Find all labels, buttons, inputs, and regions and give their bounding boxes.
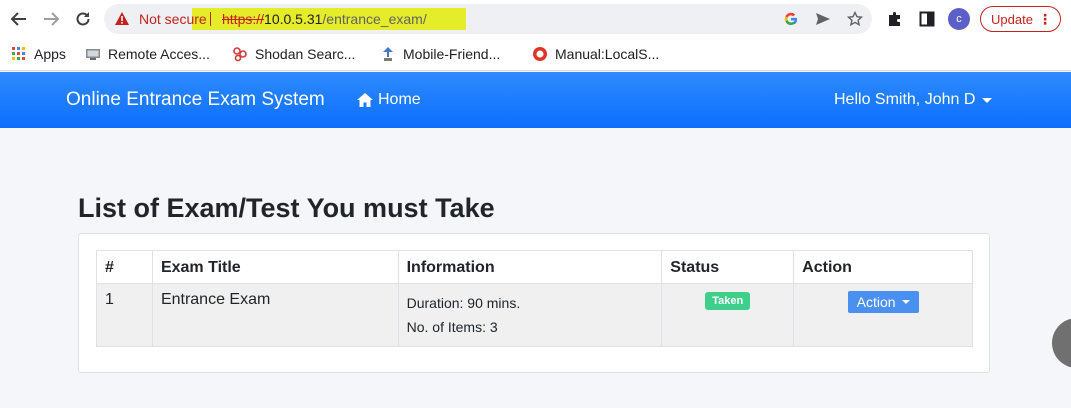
url-text[interactable]: https://10.0.5.31/entrance_exam/ <box>222 11 427 27</box>
table-row: 1 Entrance Exam Duration: 90 mins. No. o… <box>96 283 973 347</box>
shodan-icon <box>232 46 248 62</box>
action-label: Action <box>856 294 896 310</box>
update-label: Update <box>991 11 1033 27</box>
warning-icon <box>114 11 130 31</box>
address-bar[interactable]: Not secure https://10.0.5.31/entrance_ex… <box>104 4 872 34</box>
column-header-action: Action <box>793 250 973 284</box>
column-header-information: Information <box>397 250 663 284</box>
home-icon <box>356 92 374 108</box>
side-panel-button[interactable] <box>917 9 937 29</box>
google-icon[interactable] <box>783 11 799 27</box>
separator <box>210 12 211 26</box>
chevron-down-icon <box>901 300 910 304</box>
column-header-number: # <box>96 250 153 284</box>
bookmark-apps[interactable]: Apps <box>11 44 66 64</box>
browser-toolbar: Not secure https://10.0.5.31/entrance_ex… <box>0 0 1071 38</box>
back-arrow-icon <box>10 12 26 26</box>
bookmark-label: Manual:LocalS... <box>555 46 660 62</box>
puzzle-icon <box>889 12 900 26</box>
forward-button[interactable] <box>40 8 62 30</box>
chevron-down-icon <box>982 97 993 103</box>
url-host: 10.0.5.31 <box>264 11 323 27</box>
exam-title: Entrance Exam <box>151 283 399 347</box>
remote-access-icon <box>85 46 101 62</box>
more-menu-icon: ⋮ <box>1038 11 1052 27</box>
status-badge: Taken <box>705 292 751 310</box>
row-number: 1 <box>96 283 153 347</box>
bookmark-mobile-friendly[interactable]: Mobile-Friend... <box>380 44 500 64</box>
bookmark-manual[interactable]: Manual:LocalS... <box>532 44 659 64</box>
bookmarks-bar: Apps Remote Acces... Shodan Searc... Mob… <box>0 38 1071 71</box>
brand-link[interactable]: Online Entrance Exam System <box>66 89 325 111</box>
user-menu-dropdown[interactable]: Hello Smith, John D <box>834 91 993 109</box>
manual-icon <box>532 46 548 62</box>
security-label[interactable]: Not secure <box>139 11 207 27</box>
status-cell: Taken <box>661 283 795 347</box>
extensions-button[interactable] <box>885 9 905 29</box>
bookmark-label: Shodan Searc... <box>255 46 356 62</box>
home-link[interactable]: Home <box>356 91 421 109</box>
bookmark-label: Remote Acces... <box>108 46 210 62</box>
exam-item-count: No. of Items: 3 <box>406 319 498 335</box>
app-navbar: Online Entrance Exam System Home Hello S… <box>0 72 1071 128</box>
exam-list-card: # Exam Title Information Status Action 1… <box>78 233 990 373</box>
bookmark-shodan[interactable]: Shodan Searc... <box>232 44 355 64</box>
action-cell: Action <box>793 283 973 347</box>
reload-button[interactable] <box>72 8 94 30</box>
update-button[interactable]: Update ⋮ <box>980 6 1061 32</box>
url-path: /entrance_exam/ <box>322 11 427 27</box>
home-label: Home <box>378 91 421 108</box>
reload-icon <box>76 12 90 26</box>
table-header-row: # Exam Title Information Status Action <box>96 250 973 284</box>
apps-grid-icon <box>11 46 27 62</box>
profile-avatar[interactable]: c <box>948 8 970 30</box>
bookmark-label: Mobile-Friend... <box>403 46 501 62</box>
back-button[interactable] <box>8 8 30 30</box>
send-icon[interactable] <box>815 11 831 27</box>
column-header-exam-title: Exam Title <box>151 250 399 284</box>
exam-information: Duration: 90 mins. No. of Items: 3 <box>397 283 663 347</box>
bookmark-remote-access[interactable]: Remote Acces... <box>85 44 210 64</box>
floating-side-handle[interactable] <box>1052 318 1071 368</box>
url-scheme: https:// <box>222 11 265 27</box>
forward-arrow-icon <box>44 12 60 26</box>
exam-duration: Duration: 90 mins. <box>406 295 521 311</box>
bookmark-label: Apps <box>34 46 66 62</box>
side-panel-icon <box>919 11 935 27</box>
exam-table: # Exam Title Information Status Action 1… <box>96 250 973 347</box>
column-header-status: Status <box>661 250 795 284</box>
bookmark-star-icon[interactable] <box>847 11 863 27</box>
page-title: List of Exam/Test You must Take <box>78 193 495 223</box>
mobile-friendly-icon <box>380 46 396 62</box>
action-dropdown-button[interactable]: Action <box>847 291 919 313</box>
user-greeting: Hello Smith, John D <box>834 91 976 108</box>
